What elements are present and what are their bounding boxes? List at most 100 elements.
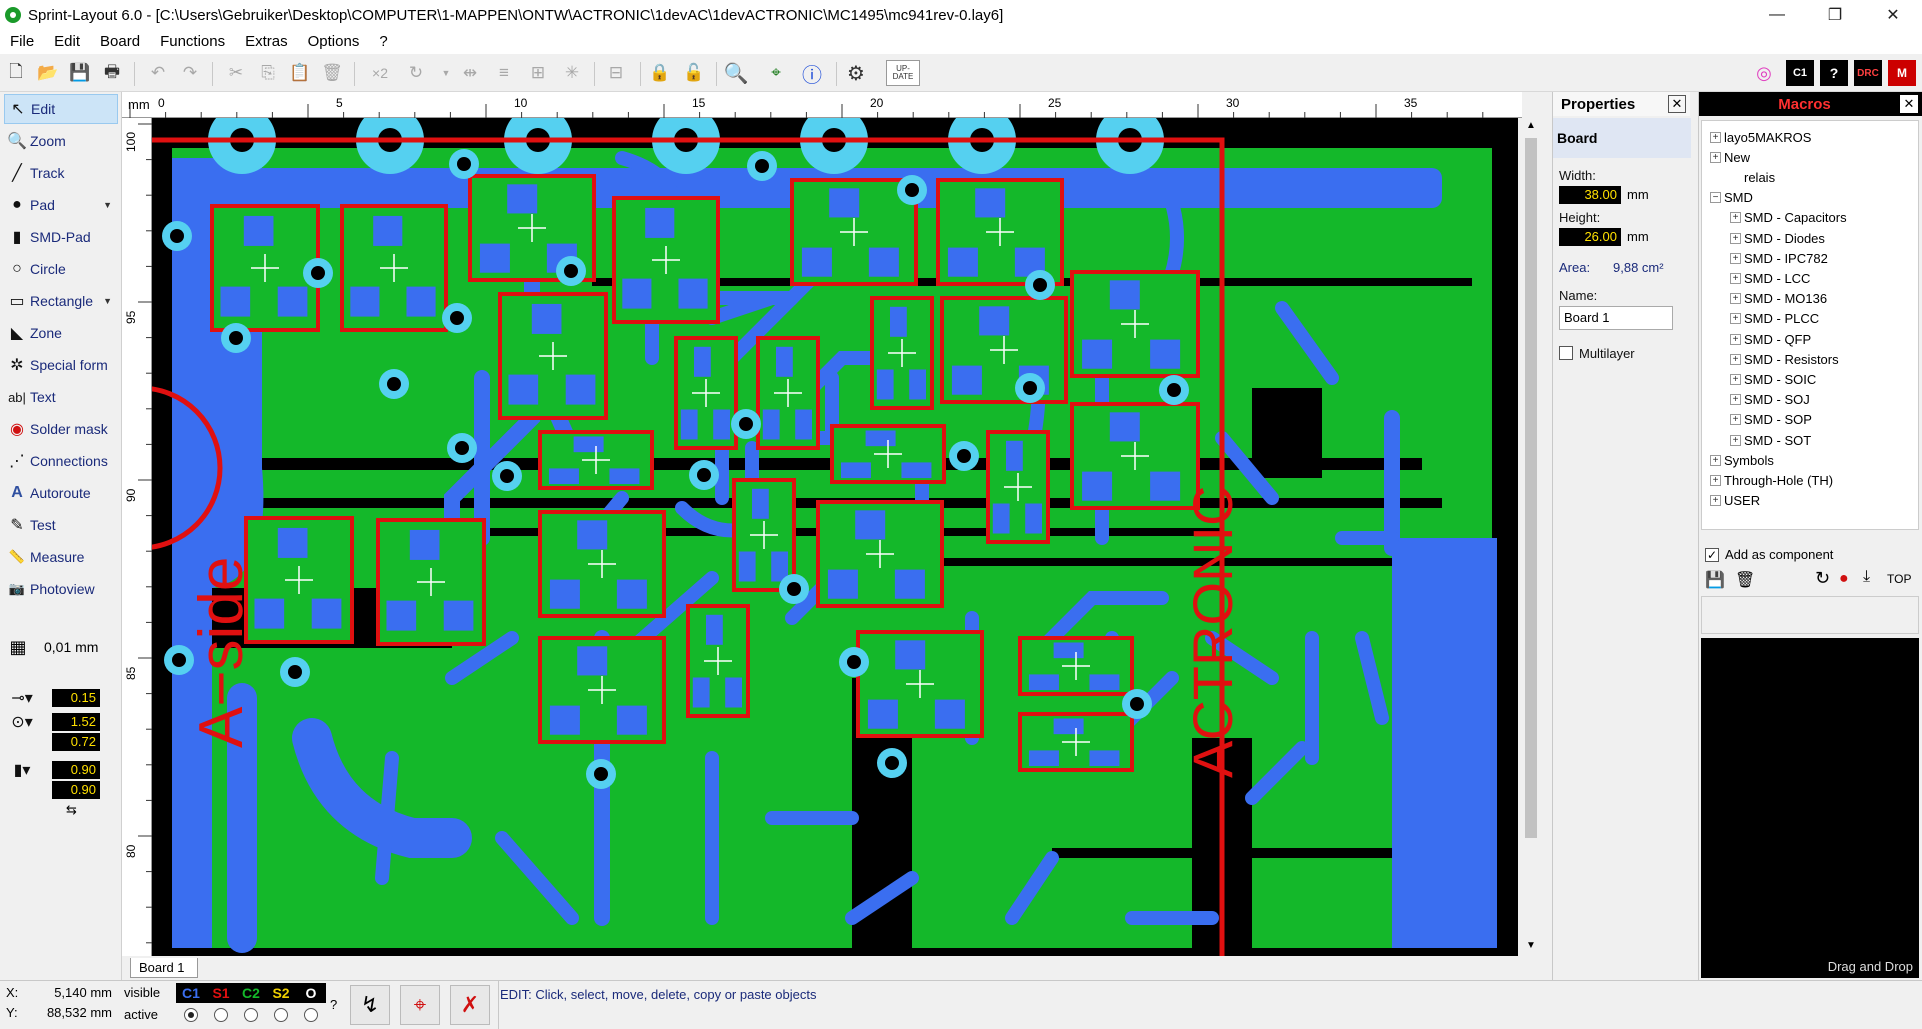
tool-connections[interactable]: ⋰ Connections	[4, 446, 118, 476]
width-field[interactable]: 38.00	[1559, 186, 1621, 204]
solder-icon[interactable]: ●	[1839, 570, 1849, 588]
help-icon[interactable]: ?	[1820, 60, 1848, 86]
macro-tree-item[interactable]: + SMD - SOP	[1730, 410, 1812, 430]
swap-icon[interactable]: ⇆	[66, 802, 77, 818]
layer-toggle-c1[interactable]: C1	[176, 983, 206, 1003]
expand-icon[interactable]: +	[1730, 414, 1741, 426]
align-icon[interactable]: ≡	[490, 60, 518, 86]
macro-tree-item[interactable]: − SMD	[1710, 188, 1753, 208]
smd-width-field[interactable]: 0.90	[52, 761, 100, 779]
expand-icon[interactable]: +	[1710, 151, 1721, 163]
layer-c1-icon[interactable]: C1	[1786, 60, 1814, 86]
vertical-scrollbar[interactable]: ▲ ▼	[1522, 118, 1540, 956]
delete-icon[interactable]: 🗑	[318, 60, 346, 86]
photoview-toggle-icon[interactable]: ◎	[1750, 60, 1778, 86]
layer-active-radio[interactable]	[304, 1008, 318, 1022]
tool-autoroute[interactable]: A Autoroute	[4, 478, 118, 508]
pad-dropdown-icon[interactable]: ▼	[103, 200, 112, 210]
info-icon[interactable]: ⓘ	[798, 60, 826, 87]
update-button[interactable]: UP-DATE	[886, 60, 920, 86]
tool-circle[interactable]: ○ Circle	[4, 254, 118, 284]
zoom-fit-icon[interactable]: ⌖	[762, 60, 790, 86]
expand-icon[interactable]: +	[1730, 212, 1741, 224]
menu-edit[interactable]: Edit	[44, 30, 90, 54]
pcb-drawing[interactable]: A−side ACTRONIC	[152, 118, 1518, 956]
macro-tree-item[interactable]: + USER	[1710, 491, 1760, 511]
multilayer-checkbox[interactable]	[1559, 346, 1573, 360]
tool-solder-mask[interactable]: ◉ Solder mask	[4, 414, 118, 444]
tool-track[interactable]: ╱ Track	[4, 158, 118, 188]
rotate-macro-icon[interactable]: ↻	[1815, 568, 1830, 589]
restore-button[interactable]: ❐	[1806, 0, 1864, 30]
save-icon[interactable]: 💾	[66, 60, 94, 86]
macro-tree-item[interactable]: + SMD - LCC	[1730, 268, 1810, 288]
tool-test[interactable]: ✎ Test	[4, 510, 118, 540]
scroll-thumb[interactable]	[1525, 138, 1537, 838]
no-rubberband-icon[interactable]: ✗	[450, 985, 490, 1025]
tool-measure[interactable]: 📏 Measure	[4, 542, 118, 572]
layer-help[interactable]: ?	[330, 997, 337, 1012]
layer-toggle-c2[interactable]: C2	[236, 983, 266, 1003]
close-button[interactable]: ✕	[1864, 0, 1922, 30]
expand-icon[interactable]: +	[1710, 131, 1721, 143]
paste-icon[interactable]: 📋	[286, 60, 314, 86]
crosshair-icon[interactable]: ⌖	[400, 985, 440, 1025]
zoom-icon[interactable]: 🔍	[722, 60, 750, 86]
tool-text[interactable]: ab| Text	[4, 382, 118, 412]
menu-help[interactable]: ?	[369, 30, 397, 54]
expand-icon[interactable]: +	[1730, 394, 1741, 406]
smd-height-field[interactable]: 0.90	[52, 781, 100, 799]
collapse-icon[interactable]: −	[1710, 192, 1721, 204]
save-macro-icon[interactable]: 💾	[1705, 570, 1725, 590]
menu-functions[interactable]: Functions	[150, 30, 235, 54]
pad-inner-field[interactable]: 0.72	[52, 733, 100, 751]
tool-rectangle[interactable]: ▭ Rectangle ▼	[4, 286, 118, 316]
macro-tree-item[interactable]: + layo5MAKROS	[1710, 127, 1811, 147]
tool-zone[interactable]: ◣ Zone	[4, 318, 118, 348]
macro-tree-item[interactable]: + SMD - Diodes	[1730, 228, 1825, 248]
pcb-canvas[interactable]: A−side ACTRONIC	[152, 118, 1518, 956]
menu-board[interactable]: Board	[90, 30, 150, 54]
expand-icon[interactable]: +	[1730, 293, 1741, 305]
height-field[interactable]: 26.00	[1559, 228, 1621, 246]
drc-button[interactable]: DRC	[1854, 60, 1882, 86]
tool-edit[interactable]: ↖ Edit	[4, 94, 118, 124]
macro-preview[interactable]: Drag and Drop	[1701, 638, 1919, 978]
add-as-component-checkbox[interactable]: ✓	[1705, 548, 1719, 562]
mirror-icon[interactable]: ⇹	[456, 60, 484, 86]
duplicate-icon[interactable]: ×2	[366, 60, 394, 86]
macro-icon[interactable]: M	[1888, 60, 1916, 86]
grid-selector[interactable]: ▦ 0,01 mm	[4, 632, 118, 662]
menu-extras[interactable]: Extras	[235, 30, 298, 54]
scroll-up-icon[interactable]: ▲	[1526, 120, 1536, 131]
macro-tree-item[interactable]: + SMD - MO136	[1730, 289, 1827, 309]
layer-active-radio[interactable]	[214, 1008, 228, 1022]
macro-tree-item[interactable]: + New	[1710, 147, 1750, 167]
unlock-icon[interactable]: 🔓	[680, 60, 708, 86]
snap-icon[interactable]: ⊞	[524, 60, 552, 86]
expand-icon[interactable]: +	[1710, 454, 1721, 466]
tool-smd-pad[interactable]: ▮ SMD-Pad	[4, 222, 118, 252]
track-mode-icon[interactable]: ↯	[350, 985, 390, 1025]
tool-zoom[interactable]: 🔍 Zoom	[4, 126, 118, 156]
macro-tree-item[interactable]: + SMD - QFP	[1730, 329, 1811, 349]
macro-tree[interactable]: + layo5MAKROS + New relais − SMD + SMD - Capacit…	[1701, 120, 1919, 530]
macro-tree-item[interactable]: + SMD - IPC782	[1730, 248, 1828, 268]
track-width-field[interactable]: 0.15	[52, 689, 100, 707]
delete-macro-icon[interactable]: 🗑	[1735, 570, 1755, 590]
scroll-down-icon[interactable]: ▼	[1526, 940, 1536, 951]
macro-tree-item[interactable]: + Symbols	[1710, 450, 1774, 470]
pad-outer-field[interactable]: 1.52	[52, 713, 100, 731]
layer-active-radio[interactable]	[244, 1008, 258, 1022]
open-folder-icon[interactable]: 📂	[34, 60, 62, 86]
settings-gear-icon[interactable]: ⚙	[842, 60, 870, 86]
tool-photoview[interactable]: 📷 Photoview	[4, 574, 118, 604]
expand-icon[interactable]: +	[1730, 272, 1741, 284]
menu-options[interactable]: Options	[298, 30, 370, 54]
macro-tree-item[interactable]: + SMD - Capacitors	[1730, 208, 1847, 228]
rotate-icon[interactable]: ↻	[402, 60, 430, 86]
expand-icon[interactable]: +	[1730, 313, 1741, 325]
group-icon[interactable]: ✳	[558, 60, 586, 86]
minimize-button[interactable]: —	[1748, 0, 1806, 30]
expand-icon[interactable]: +	[1710, 495, 1721, 507]
